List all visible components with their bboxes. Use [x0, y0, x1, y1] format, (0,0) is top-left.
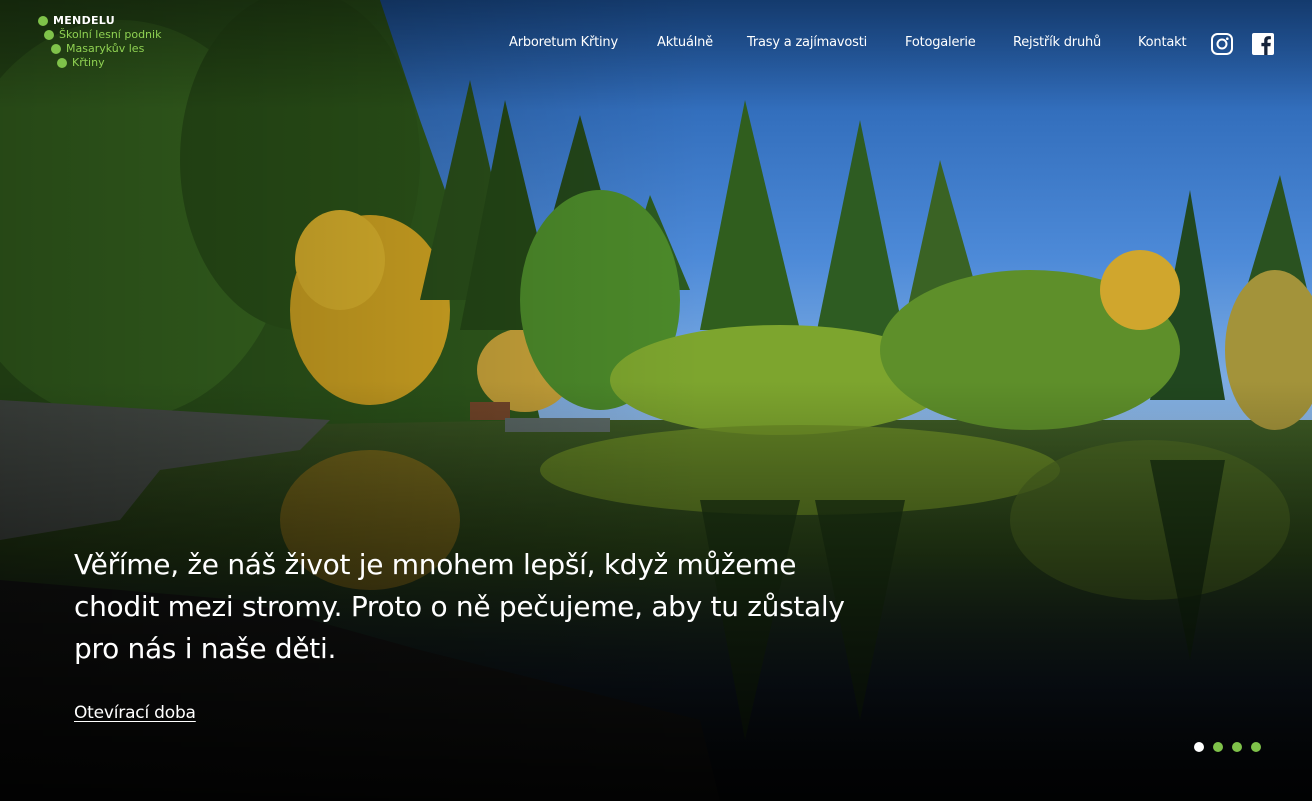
opening-hours-link[interactable]: Otevírací doba — [74, 701, 196, 725]
nav-item-gallery[interactable]: Fotogalerie — [905, 33, 976, 53]
nav-item-news[interactable]: Aktuálně — [657, 33, 713, 53]
facebook-icon[interactable] — [1251, 32, 1275, 56]
nav-item-arboretum[interactable]: Arboretum Křtiny — [509, 33, 618, 53]
logo-dot — [38, 16, 48, 26]
slider-pagination — [1194, 742, 1261, 753]
instagram-icon[interactable] — [1210, 32, 1234, 56]
hero-overlay — [0, 0, 1312, 801]
nav-item-routes[interactable]: Trasy a zajímavosti — [747, 33, 867, 53]
slider-dot-1[interactable] — [1194, 742, 1204, 752]
logo-line: MENDELU — [38, 14, 115, 28]
slider-dot-4[interactable] — [1251, 742, 1261, 752]
slider-dot-2[interactable] — [1213, 742, 1223, 752]
main-navigation: Arboretum Křtiny Aktuálně Trasy a zajíma… — [0, 33, 1312, 53]
hero-slider — [0, 0, 1312, 801]
logo-dot — [57, 58, 67, 68]
nav-item-contact[interactable]: Kontakt — [1138, 33, 1187, 53]
logo-line: Křtiny — [57, 56, 105, 70]
nav-item-species-index[interactable]: Rejstřík druhů — [1013, 33, 1101, 53]
slider-dot-3[interactable] — [1232, 742, 1242, 752]
hero-headline: Věříme, že náš život je mnohem lepší, kd… — [74, 548, 845, 665]
